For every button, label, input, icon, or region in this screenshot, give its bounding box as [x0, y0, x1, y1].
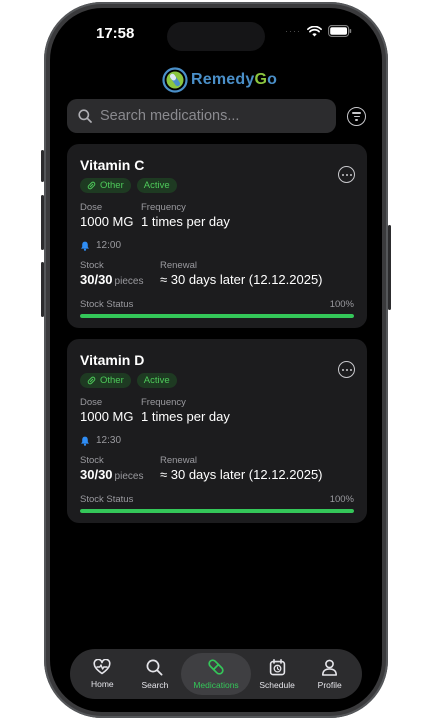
- calendar-clock-icon: [269, 658, 285, 675]
- search-field[interactable]: [67, 99, 336, 133]
- pill-outline-icon: [87, 376, 96, 385]
- heart-pulse-icon: [93, 659, 111, 675]
- dose-value: 1000 MG: [80, 409, 134, 424]
- bottom-tab-bar: Home Search Medications Schedule Profile: [70, 649, 362, 699]
- stock-status-header: Stock Status 100%: [80, 494, 354, 505]
- tab-home[interactable]: Home: [76, 659, 129, 689]
- remedygo-logo-icon: [162, 67, 188, 93]
- category-badge: Other: [80, 373, 131, 388]
- reminder-row: 12:30: [80, 435, 354, 446]
- side-button-left-3: [41, 262, 44, 317]
- pill-icon: [208, 659, 224, 675]
- app-logo: RemedyGo: [162, 67, 277, 93]
- stock-value: 30/30: [80, 467, 113, 482]
- bell-icon: [81, 241, 89, 251]
- filter-button[interactable]: [347, 107, 366, 126]
- status-badge: Active: [136, 178, 177, 193]
- side-button-left-2: [41, 195, 44, 250]
- side-button-right: [388, 225, 391, 310]
- medication-name: Vitamin D: [80, 352, 145, 368]
- wifi-icon: [307, 25, 322, 36]
- stock-progress-fill: [80, 509, 354, 513]
- bell-icon: [81, 436, 89, 446]
- tab-schedule-label: Schedule: [259, 679, 295, 690]
- stock-unit: pieces: [114, 276, 144, 287]
- tab-home-label: Home: [90, 679, 114, 689]
- reminder-row: 12:00: [80, 240, 354, 251]
- dose-frequency-row: Dose 1000 MG Frequency 1 times per day: [80, 202, 354, 230]
- reminder-time: 12:30: [96, 435, 122, 446]
- stock-progress-fill: [80, 314, 354, 318]
- stock-status-header: Stock Status 100%: [80, 299, 354, 310]
- stock-renewal-row: Stock 30/30 pieces Renewal ≈ 30 days late…: [80, 455, 354, 485]
- frequency-label: Frequency: [141, 397, 186, 408]
- more-options-button[interactable]: [338, 166, 355, 183]
- stock-renewal-row: Stock 30/30 pieces Renewal ≈ 30 days late…: [80, 260, 354, 290]
- status-time: 17:58: [96, 25, 135, 42]
- medication-badges: Other Active: [80, 178, 354, 193]
- tab-medications[interactable]: Medications: [181, 653, 251, 695]
- dose-label: Dose: [80, 202, 103, 213]
- app-logo-text: RemedyGo: [191, 71, 278, 88]
- dynamic-island: [167, 22, 265, 51]
- medication-card[interactable]: Vitamin C Other Active Dose 1000 MG Freq…: [67, 144, 367, 328]
- stock-status-percent: 100%: [329, 299, 354, 310]
- medication-badges: Other Active: [80, 373, 354, 388]
- tab-profile[interactable]: Profile: [303, 659, 356, 690]
- dose-frequency-row: Dose 1000 MG Frequency 1 times per day: [80, 397, 354, 425]
- dose-label: Dose: [80, 397, 103, 408]
- search-icon: [78, 109, 92, 123]
- stock-value: 30/30: [80, 272, 113, 287]
- status-icons: ····: [285, 25, 352, 37]
- stock-status-label: Stock Status: [80, 299, 134, 310]
- signal-dots: ····: [285, 26, 301, 36]
- category-badge: Other: [80, 178, 131, 193]
- medication-card[interactable]: Vitamin D Other Active Dose 1000 MG Freq…: [67, 339, 367, 523]
- battery-icon: [328, 25, 352, 37]
- person-icon: [322, 659, 338, 676]
- stock-unit: pieces: [114, 471, 144, 482]
- medication-name: Vitamin C: [80, 157, 145, 173]
- tab-search-label: Search: [141, 679, 169, 690]
- stock-label: Stock: [80, 455, 104, 466]
- renewal-value: ≈ 30 days later (12.12.2025): [160, 272, 323, 287]
- stock-progress-bar: [80, 314, 354, 318]
- frequency-value: 1 times per day: [141, 409, 230, 424]
- side-button-left-1: [41, 150, 44, 182]
- more-options-button[interactable]: [338, 361, 355, 378]
- tab-medications-label: Medications: [193, 680, 239, 690]
- stock-label: Stock: [80, 260, 104, 271]
- tab-search[interactable]: Search: [129, 659, 182, 690]
- dose-value: 1000 MG: [80, 214, 134, 229]
- stock-status-label: Stock Status: [80, 494, 134, 505]
- frequency-label: Frequency: [141, 202, 186, 213]
- stock-status-percent: 100%: [329, 494, 354, 505]
- tab-profile-label: Profile: [317, 679, 342, 690]
- stock-progress-bar: [80, 509, 354, 513]
- status-badge: Active: [136, 373, 177, 388]
- search-input[interactable]: [100, 108, 320, 124]
- renewal-label: Renewal: [160, 455, 197, 466]
- screen: 17:58 ···· RemedyGo Search medications..…: [50, 8, 382, 712]
- tab-schedule[interactable]: Schedule: [251, 658, 304, 690]
- pill-outline-icon: [87, 181, 96, 190]
- frequency-value: 1 times per day: [141, 214, 230, 229]
- search-icon: [146, 659, 163, 676]
- renewal-label: Renewal: [160, 260, 197, 271]
- renewal-value: ≈ 30 days later (12.12.2025): [160, 467, 323, 482]
- reminder-time: 12:00: [96, 240, 122, 251]
